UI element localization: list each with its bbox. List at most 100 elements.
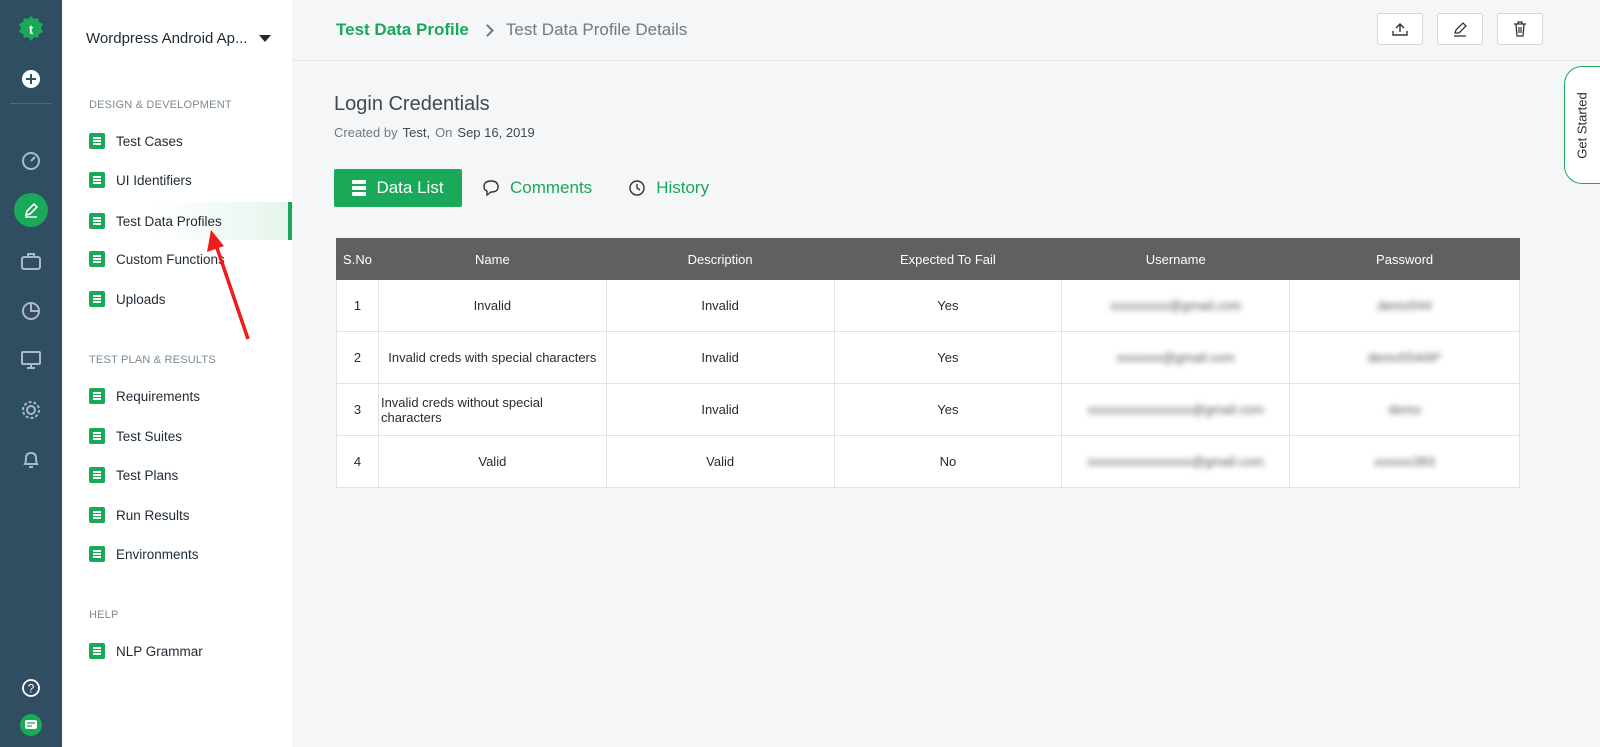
upload-icon [1392, 23, 1408, 36]
created-on-label: On [435, 125, 453, 140]
section-design-dev: DESIGN & DEVELOPMENT [89, 99, 232, 111]
column-header[interactable]: Description [605, 238, 835, 280]
section-help: HELP [89, 609, 119, 621]
abc-icon [89, 643, 105, 659]
sidebar-item-label: Environments [116, 546, 199, 562]
table-row[interactable]: 4 Valid Valid No xxxxxxxxxxxxxxxx@gmail.… [336, 435, 1520, 488]
tab-data-list[interactable]: Data List [334, 169, 462, 207]
sidebar-item-nlp-grammar[interactable]: NLP Grammar [62, 632, 292, 670]
table-header-row: S.No Name Description Expected To Fail U… [336, 238, 1520, 280]
pencil-icon [1454, 22, 1467, 37]
breadcrumb-current: Test Data Profile Details [505, 20, 688, 39]
bell-icon[interactable] [0, 443, 62, 477]
cell-description: Invalid [605, 383, 835, 436]
cell-name: Invalid [377, 279, 607, 332]
sidebar-item-environments[interactable]: Environments [62, 535, 292, 573]
cell-expected-to-fail: No [833, 435, 1063, 488]
column-header[interactable]: Password [1289, 238, 1520, 280]
reports-icon[interactable] [0, 294, 62, 328]
upload-icon [89, 291, 105, 307]
sidebar-item-test-cases[interactable]: Test Cases [62, 122, 292, 160]
cell-username: xxxxxxxxxxxxxxxx@gmail.com [1061, 435, 1291, 488]
suites-icon [89, 428, 105, 444]
table-row[interactable]: 2 Invalid creds with special characters … [336, 331, 1520, 384]
project-name: Wordpress Android Ap... [86, 30, 248, 47]
annotation-arrow [207, 230, 250, 340]
table-row[interactable]: 3 Invalid creds without special characte… [336, 383, 1520, 436]
page-title: Login Credentials [334, 93, 490, 115]
tab-history[interactable]: History [628, 178, 709, 198]
breadcrumb: Test Data Profile Test Data Profile Deta… [336, 20, 687, 40]
rail-divider [10, 103, 52, 104]
section-test-plan: TEST PLAN & RESULTS [89, 354, 216, 366]
cell-description: Valid [605, 435, 835, 488]
cell-password: xxxxxx383 [1289, 435, 1520, 488]
cell-expected-to-fail: Yes [833, 383, 1063, 436]
ui-identifiers-icon [89, 172, 105, 188]
cell-name: Invalid creds without special characters [377, 383, 607, 436]
edit-button[interactable] [1437, 13, 1483, 45]
add-icon[interactable] [0, 62, 62, 96]
detail-tabs: Data List Comments History [334, 169, 709, 207]
briefcase-icon[interactable] [0, 244, 62, 278]
cell-name: Invalid creds with special characters [377, 331, 607, 384]
svg-text:?: ? [28, 682, 35, 696]
column-header[interactable]: Expected To Fail [833, 238, 1063, 280]
created-meta: Created by Test, On Sep 16, 2019 [334, 125, 535, 140]
chevron-right-icon [481, 23, 494, 37]
logo-icon[interactable]: t [0, 12, 62, 46]
clipboard-icon [89, 388, 105, 404]
design-dev-icon[interactable] [0, 193, 62, 227]
breadcrumb-root[interactable]: Test Data Profile [336, 20, 469, 40]
help-icon[interactable]: ? [0, 671, 62, 705]
get-started-label: Get Started [1575, 91, 1591, 159]
monitor-icon[interactable] [0, 343, 62, 377]
table-row[interactable]: 1 Invalid Invalid Yes xxxxxxxxx@gmail.co… [336, 279, 1520, 332]
cell-sno: 3 [336, 383, 379, 436]
cell-sno: 4 [336, 435, 379, 488]
project-selector[interactable]: Wordpress Android Ap... [86, 30, 272, 47]
database-icon [89, 213, 105, 229]
sidebar-item-test-plans[interactable]: Test Plans [62, 456, 292, 494]
list-icon [352, 180, 367, 196]
sidebar-item-label: Test Suites [116, 428, 183, 444]
sidebar-item-ui-identifiers[interactable]: UI Identifiers [62, 161, 292, 199]
app-rail: t ? [0, 0, 62, 747]
header: Test Data Profile Test Data Profile Deta… [292, 0, 1600, 61]
clock-icon [629, 180, 645, 196]
cell-password: demo [1289, 383, 1520, 436]
cell-expected-to-fail: Yes [833, 331, 1063, 384]
comment-icon [483, 180, 499, 197]
results-icon [89, 507, 105, 523]
cell-description: Invalid [605, 331, 835, 384]
chat-icon[interactable] [0, 708, 62, 742]
export-button[interactable] [1377, 13, 1423, 45]
sidebar-item-requirements[interactable]: Requirements [62, 377, 292, 415]
column-header[interactable]: S.No [336, 238, 379, 280]
tab-comments[interactable]: Comments [482, 178, 592, 198]
sidebar: Wordpress Android Ap... DESIGN & DEVELOP… [62, 0, 292, 747]
created-by-author: Test, [402, 125, 431, 140]
cell-password: demo55449* [1289, 331, 1520, 384]
column-header[interactable]: Name [377, 238, 607, 280]
sidebar-item-label: Test Cases [116, 133, 183, 149]
settings-icon[interactable] [0, 393, 62, 427]
sidebar-item-test-suites[interactable]: Test Suites [62, 417, 292, 455]
sidebar-item-label: Run Results [116, 507, 190, 523]
delete-button[interactable] [1497, 13, 1543, 45]
column-header[interactable]: Username [1061, 238, 1291, 280]
get-started-tab[interactable]: Get Started [1564, 66, 1600, 184]
cell-sno: 2 [336, 331, 379, 384]
cell-expected-to-fail: Yes [833, 279, 1063, 332]
tab-data-list-label: Data List [376, 178, 444, 197]
sidebar-item-label: Uploads [116, 291, 166, 307]
test-cases-icon [89, 133, 105, 149]
sidebar-item-run-results[interactable]: Run Results [62, 496, 292, 534]
cell-sno: 1 [336, 279, 379, 332]
globe-icon [89, 546, 105, 562]
dashboard-icon[interactable] [0, 144, 62, 178]
cell-password: demo544 [1289, 279, 1520, 332]
created-date: Sep 16, 2019 [457, 125, 535, 140]
data-table: S.No Name Description Expected To Fail U… [336, 238, 1520, 488]
tab-history-label: History [656, 178, 710, 197]
